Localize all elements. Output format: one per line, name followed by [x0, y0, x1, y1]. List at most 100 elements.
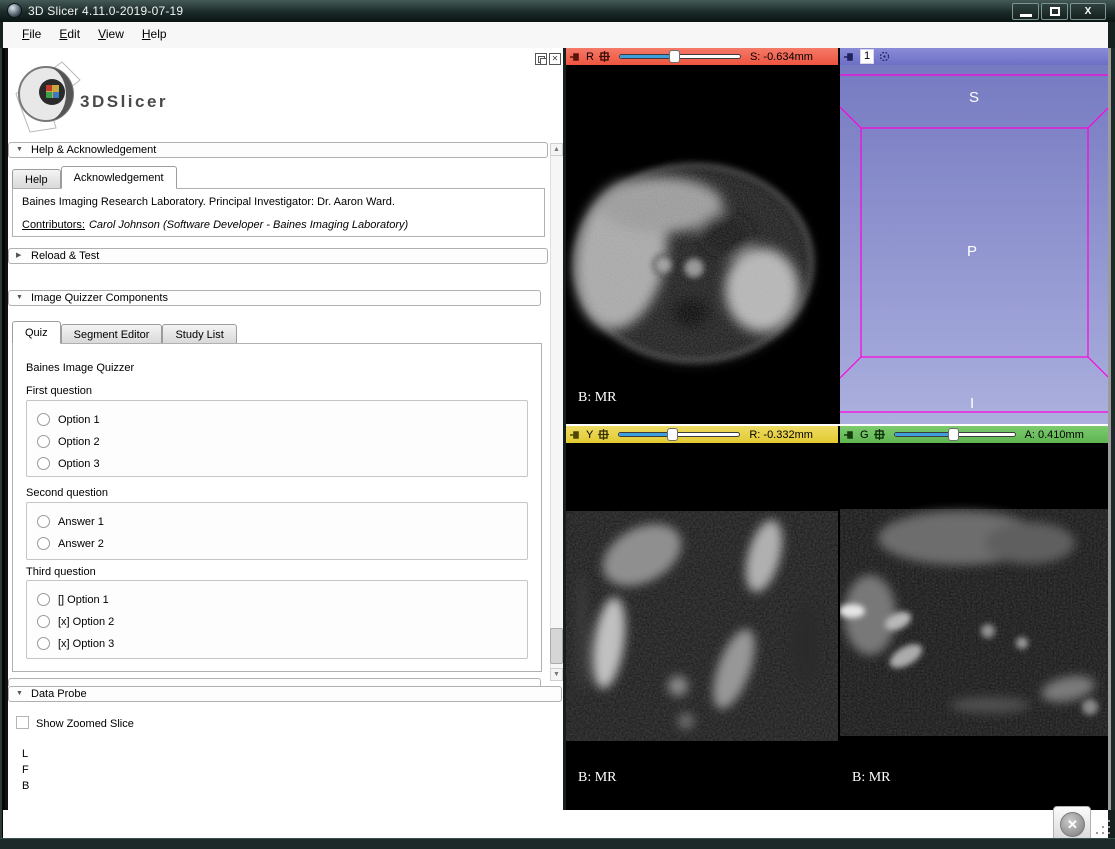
red-view-letter: R [586, 51, 594, 63]
scroll-down-button[interactable]: ▼ [550, 668, 563, 681]
menu-edit[interactable]: Edit [50, 22, 89, 48]
scroll-up-button[interactable]: ▲ [550, 143, 563, 156]
tab-study-list[interactable]: Study List [162, 324, 236, 344]
radio-row: Option 3 [37, 456, 100, 471]
question-3-group: [] Option 1 [x] Option 2 [x] Option 3 [26, 580, 528, 659]
slider-handle[interactable] [669, 50, 680, 63]
section-reload-test[interactable]: ▶ Reload & Test [8, 248, 548, 264]
orientation-inferior: I [970, 395, 974, 412]
probe-axis-l: L [22, 748, 28, 760]
radio-button[interactable] [37, 537, 50, 550]
collapse-open-icon: ▼ [16, 291, 23, 305]
yellow-view-letter: Y [586, 429, 593, 441]
radio-button[interactable] [37, 435, 50, 448]
slider-handle[interactable] [948, 428, 959, 441]
green-viewport[interactable]: B: MR [840, 443, 1108, 810]
coronal-mr-image [840, 443, 1108, 810]
radio-row: [] Option 1 [37, 592, 109, 607]
help-ack-tabbar: Help Acknowledgement [12, 166, 177, 189]
radio-button[interactable] [37, 593, 50, 606]
menu-bar: File Edit View Help [3, 22, 1108, 48]
acknowledgement-box: Baines Imaging Research Laboratory. Prin… [12, 188, 545, 237]
menu-view[interactable]: View [89, 22, 133, 48]
slicer-logo: 3DSlicer [10, 54, 250, 142]
threed-view-number: 1 [860, 49, 874, 64]
close-button[interactable]: X [1070, 3, 1106, 20]
yellow-viewport[interactable]: B: MR [566, 443, 838, 810]
scrollbar-track[interactable] [550, 156, 563, 668]
window-title: 3D Slicer 4.11.0-2019-07-19 [28, 0, 183, 22]
window-frame-right [1108, 48, 1115, 810]
module-panel: ✕ 3DSlicer ▼ Help & Acknowled [8, 48, 563, 810]
panel-close-icon[interactable]: ✕ [549, 53, 561, 65]
window-frame-left [0, 48, 8, 838]
resize-grip[interactable] [1096, 820, 1098, 822]
axial-mr-image [566, 65, 838, 424]
menu-help[interactable]: Help [133, 22, 176, 48]
threed-view: 1 S P I [840, 48, 1108, 424]
yellow-slice-view: Y R: -0.332mm [566, 426, 838, 810]
question-3-label: Third question [26, 566, 96, 578]
tab-acknowledgement[interactable]: Acknowledgement [61, 166, 177, 189]
app-icon [7, 3, 22, 18]
slider-handle[interactable] [667, 428, 678, 441]
section-data-probe[interactable]: ▼ Data Probe [8, 686, 562, 702]
green-view-letter: G [860, 429, 869, 441]
green-slice-controller: G A: 0.410mm [840, 426, 1108, 443]
menu-file[interactable]: File [13, 22, 50, 48]
yellow-slice-slider[interactable] [618, 428, 740, 441]
tab-segment-editor[interactable]: Segment Editor [61, 324, 163, 344]
radio-button[interactable] [37, 515, 50, 528]
panel-popout-icon[interactable] [535, 53, 547, 65]
tab-quiz[interactable]: Quiz [12, 321, 61, 344]
threed-viewport[interactable]: S P I [840, 65, 1108, 424]
minimize-icon [1020, 14, 1032, 17]
sagittal-mr-image [566, 443, 838, 810]
radio-button[interactable] [37, 615, 50, 628]
section-help-acknowledgement[interactable]: ▼ Help & Acknowledgement [8, 142, 548, 158]
status-close-button[interactable]: ✕ [1053, 806, 1091, 842]
contributors-text: Carol Johnson (Software Developer - Bain… [89, 219, 408, 231]
radio-button[interactable] [37, 413, 50, 426]
radio-button[interactable] [37, 457, 50, 470]
view-layout: R S: -0.634mm [566, 48, 1108, 810]
green-slice-slider[interactable] [894, 428, 1016, 441]
question-1-label: First question [26, 385, 92, 397]
minimize-button[interactable] [1012, 3, 1039, 20]
slider-fill [619, 433, 672, 436]
section-image-quizzer[interactable]: ▼ Image Quizzer Components [8, 290, 541, 306]
radio-button[interactable] [37, 637, 50, 650]
tab-help[interactable]: Help [12, 169, 61, 189]
red-slice-controller: R S: -0.634mm [566, 48, 838, 65]
slice-link-icon[interactable] [599, 51, 610, 62]
radio-row: Option 2 [37, 434, 100, 449]
green-slice-view: G A: 0.410mm [840, 426, 1108, 810]
pin-icon[interactable] [843, 52, 855, 62]
yellow-view-label: B: MR [578, 770, 617, 786]
slice-link-icon[interactable] [874, 429, 885, 440]
pin-icon[interactable] [569, 430, 581, 440]
slicer-logo-icon [10, 54, 88, 138]
status-bar [3, 810, 1108, 838]
scrollbar-thumb[interactable] [550, 628, 563, 664]
radio-row: Answer 1 [37, 514, 104, 529]
probe-axis-f: F [22, 764, 29, 776]
pin-icon[interactable] [569, 52, 581, 62]
spin-view-icon[interactable] [879, 51, 890, 62]
orientation-posterior: P [967, 243, 977, 260]
slicer-logo-text: 3DSlicer [80, 92, 168, 112]
quizzer-tabbar: Quiz Segment Editor Study List [12, 320, 237, 344]
show-zoomed-slice-checkbox[interactable] [16, 716, 29, 729]
red-viewport[interactable]: B: MR [566, 65, 838, 424]
red-slice-slider[interactable] [619, 50, 741, 63]
maximize-icon [1050, 7, 1060, 16]
slice-link-icon[interactable] [598, 429, 609, 440]
title-bar: 3D Slicer 4.11.0-2019-07-19 X [0, 0, 1115, 22]
maximize-button[interactable] [1041, 3, 1068, 20]
collapse-open-icon: ▼ [16, 687, 23, 701]
slider-fill [620, 55, 674, 58]
green-slice-offset: A: 0.410mm [1025, 429, 1084, 441]
pin-icon[interactable] [843, 430, 855, 440]
app-window: 3D Slicer 4.11.0-2019-07-19 X File Edit … [0, 0, 1115, 849]
radio-row: Option 1 [37, 412, 100, 427]
